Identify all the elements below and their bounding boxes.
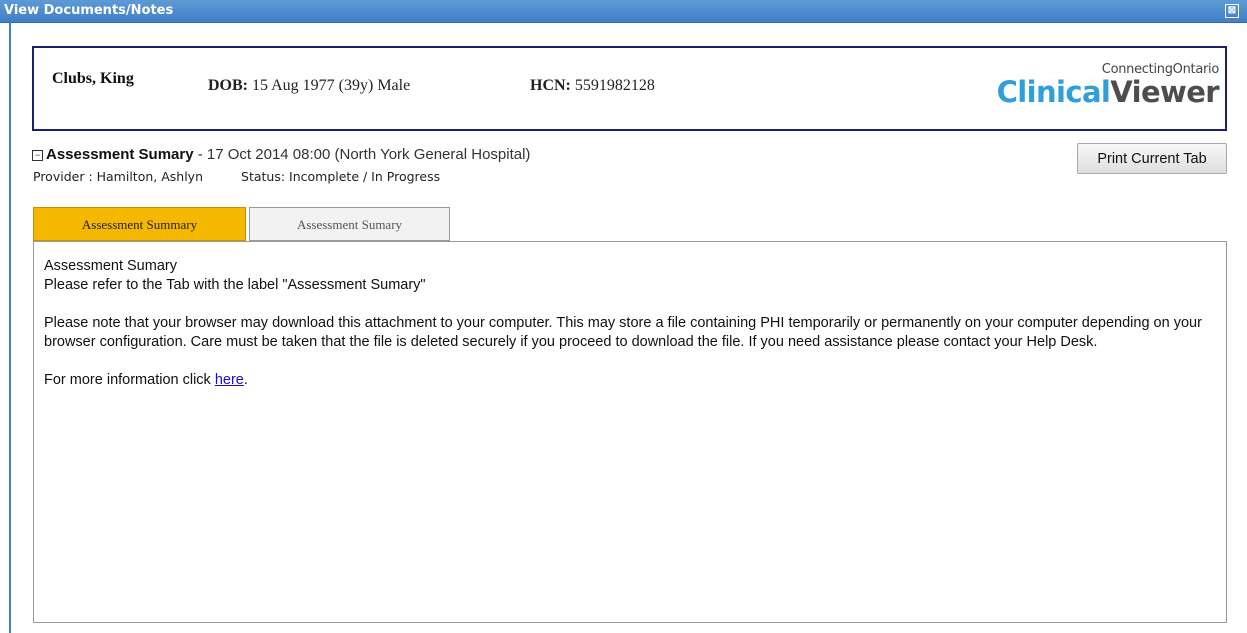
window-left-border bbox=[9, 22, 11, 633]
content-heading: Assessment Sumary bbox=[44, 258, 177, 274]
document-header: − Assessment Sumary - 17 Oct 2014 08:00 (… bbox=[32, 146, 530, 163]
content-refer-text: Please refer to the Tab with the label "… bbox=[44, 277, 426, 293]
collapse-icon[interactable]: − bbox=[32, 150, 43, 161]
hcn-value: 5591982128 bbox=[574, 77, 655, 94]
logo-word-viewer: Viewer bbox=[1110, 75, 1219, 109]
more-info-suffix: . bbox=[243, 372, 248, 388]
status-text: Status: Incomplete / In Progress bbox=[241, 169, 441, 184]
patient-hcn: HCN: 5591982128 bbox=[530, 77, 655, 95]
more-info-link[interactable]: here bbox=[215, 372, 244, 388]
patient-banner: Clubs, King DOB: 15 Aug 1977 (39y) Male … bbox=[32, 46, 1227, 131]
patient-name: Clubs, King bbox=[52, 70, 134, 87]
document-title: Assessment Sumary bbox=[46, 146, 194, 163]
document-details: - 17 Oct 2014 08:00 (North York General … bbox=[193, 146, 531, 163]
window-titlebar: View Documents/Notes ⊠ bbox=[0, 0, 1247, 23]
window-title: View Documents/Notes bbox=[4, 3, 174, 18]
close-icon[interactable]: ⊠ bbox=[1225, 4, 1239, 18]
patient-dob: DOB: 15 Aug 1977 (39y) Male bbox=[208, 77, 410, 95]
logo-wordmark: ClinicalViewer bbox=[996, 75, 1220, 109]
dob-label: DOB: bbox=[208, 77, 248, 94]
more-info-prefix: For more information click bbox=[44, 372, 215, 388]
print-current-tab-button[interactable]: Print Current Tab bbox=[1077, 143, 1227, 174]
tab-assessment-summary[interactable]: Assessment Summary bbox=[33, 207, 246, 241]
tab-assessment-sumary[interactable]: Assessment Sumary bbox=[249, 207, 450, 241]
more-info-line: For more information click here. bbox=[44, 371, 1216, 390]
phi-notice: Please note that your browser may downlo… bbox=[44, 315, 1202, 350]
clinical-viewer-logo: ConnectingOntario ClinicalViewer bbox=[996, 62, 1220, 109]
tab-content-panel: Assessment Sumary Please refer to the Ta… bbox=[33, 241, 1227, 623]
provider-text: Provider : Hamilton, Ashlyn bbox=[33, 169, 204, 184]
logo-word-clinical: Clinical bbox=[996, 75, 1111, 109]
hcn-label: HCN: bbox=[530, 77, 571, 94]
document-meta: Provider : Hamilton, Ashlyn Status: Incom… bbox=[33, 169, 440, 184]
dob-value: 15 Aug 1977 (39y) Male bbox=[252, 77, 411, 94]
